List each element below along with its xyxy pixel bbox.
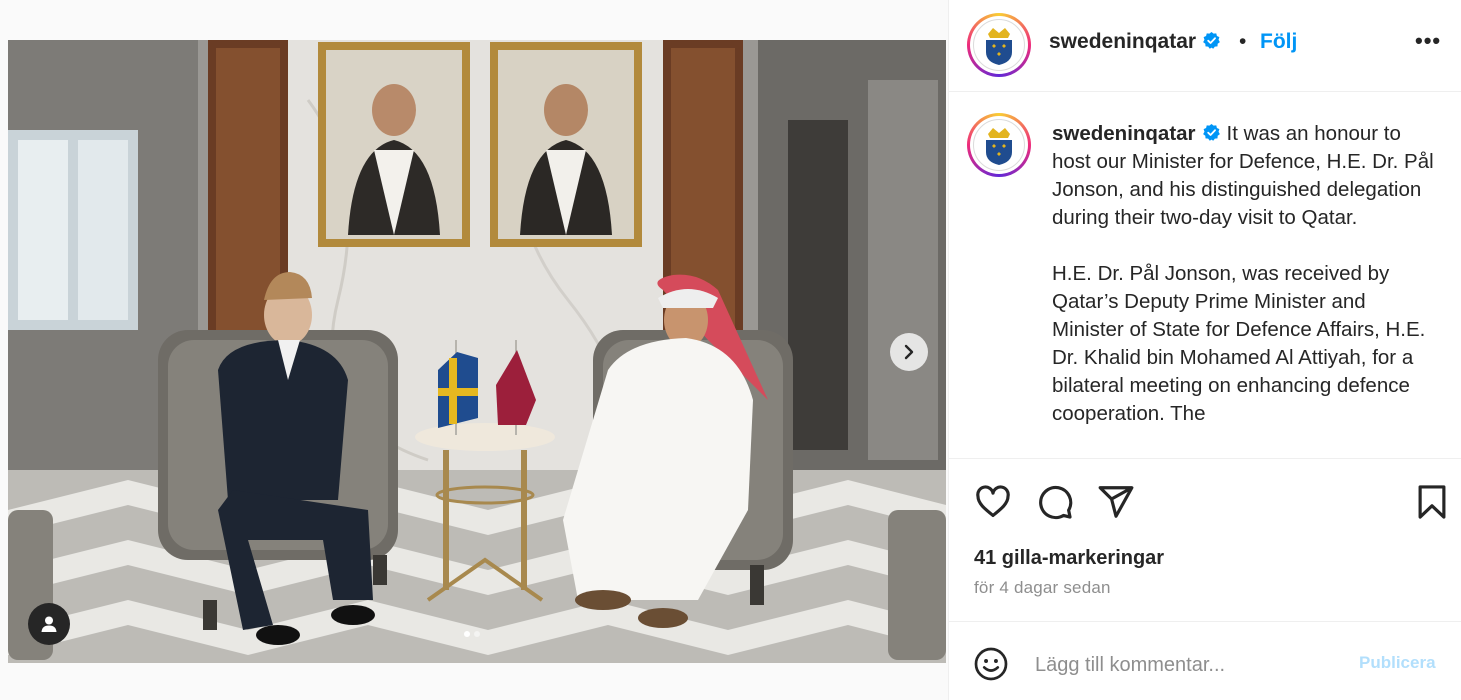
caption-section: swedeninqatar It was an honour to host o…: [949, 93, 1461, 457]
caption-username[interactable]: swedeninqatar: [1052, 122, 1196, 145]
comment-composer: Publicera: [949, 623, 1461, 700]
caption-author-avatar[interactable]: [967, 113, 1031, 177]
action-bar: 41 gilla-markeringar för 4 dagar sedan: [949, 458, 1461, 622]
follow-button[interactable]: Följ: [1260, 30, 1297, 54]
verified-badge-icon: [1202, 123, 1220, 141]
caption-paragraph: H.E. Dr. Pål Jonson, was received by Qat…: [1052, 260, 1437, 428]
comment-input[interactable]: [1035, 649, 1335, 681]
carousel-dot-active: [464, 631, 470, 637]
post-header: swedeninqatar • Följ •••: [949, 0, 1461, 92]
tagged-users-button[interactable]: [28, 603, 70, 645]
caption-body-2: H.E. Dr. Pål Jonson, was received by Qat…: [1052, 262, 1426, 425]
post-timestamp[interactable]: för 4 dagar sedan: [974, 578, 1111, 598]
publish-button[interactable]: Publicera: [1359, 653, 1436, 673]
chevron-right-icon: [904, 344, 914, 360]
heart-icon[interactable]: [974, 483, 1012, 521]
header-separator: •: [1239, 30, 1247, 53]
crown-logo-icon: [973, 119, 1025, 171]
post-photo[interactable]: [8, 40, 946, 663]
photo-illustration: [8, 40, 946, 663]
emoji-icon[interactable]: [973, 646, 1009, 682]
caption-text: swedeninqatar It was an honour to host o…: [1052, 120, 1437, 456]
carousel-dot: [474, 631, 480, 637]
author-username[interactable]: swedeninqatar: [1049, 30, 1221, 54]
carousel-indicators: [464, 631, 480, 637]
post-side-panel: swedeninqatar • Följ ••• swedeninqatar I…: [948, 0, 1461, 700]
comment-icon[interactable]: [1036, 483, 1074, 521]
bookmark-icon[interactable]: [1413, 483, 1451, 521]
like-count[interactable]: 41 gilla-markeringar: [974, 547, 1164, 570]
share-icon[interactable]: [1097, 483, 1135, 521]
author-avatar[interactable]: [967, 13, 1031, 77]
caption-paragraph: swedeninqatar It was an honour to host o…: [1052, 120, 1437, 232]
verified-badge-icon: [1203, 31, 1220, 49]
more-options-button[interactable]: •••: [1415, 28, 1441, 54]
crown-logo-icon: [973, 19, 1025, 71]
next-slide-button[interactable]: [890, 333, 928, 371]
user-tag-icon: [41, 616, 57, 632]
post-view: swedeninqatar • Följ ••• swedeninqatar I…: [0, 0, 1461, 700]
